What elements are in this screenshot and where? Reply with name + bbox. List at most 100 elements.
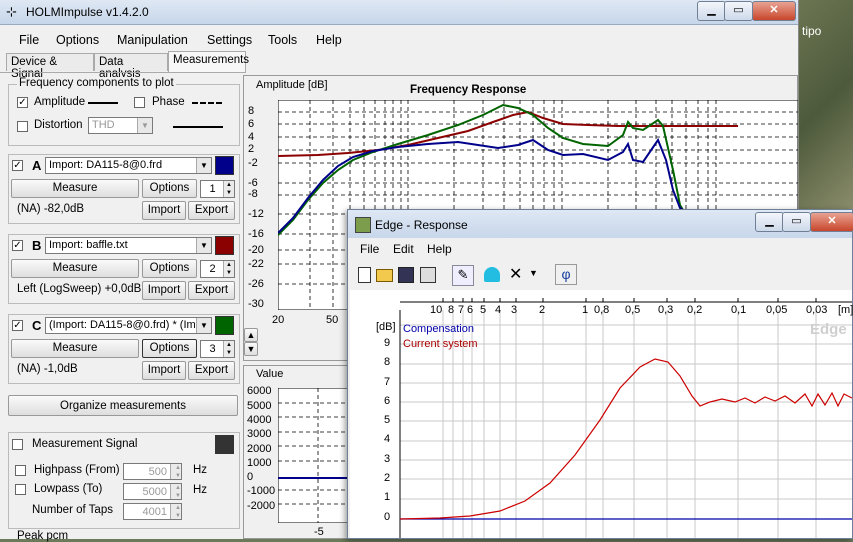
dropdown-icon[interactable]: ▼ <box>529 268 538 278</box>
measurement-c-color-swatch[interactable] <box>215 316 234 335</box>
spinner-arrows-icon[interactable]: ▲ ▼ <box>170 484 181 499</box>
lowpass-checkbox[interactable] <box>15 484 26 495</box>
menu-options[interactable]: Options <box>56 33 99 47</box>
tab-device-signal[interactable]: Device & Signal <box>6 53 94 80</box>
taps-value: 4001 <box>142 506 167 518</box>
person-icon[interactable] <box>484 267 500 282</box>
edge-menu-file[interactable]: File <box>360 242 379 256</box>
measurement-c-index: 3 <box>209 343 216 355</box>
measurement-a-index-spinner[interactable]: 1 ▲ ▼ <box>200 180 235 198</box>
freq-ytick: 2 <box>248 143 255 155</box>
taps-label: Number of Taps <box>32 504 113 516</box>
spinner-arrows-icon[interactable]: ▲ ▼ <box>170 504 181 519</box>
tab-measurements[interactable]: Measurements <box>168 51 249 72</box>
freq-xtick: 50 <box>326 314 339 326</box>
edge-minimize-button[interactable]: ▁ <box>755 212 784 232</box>
lowpass-spinner[interactable]: 5000 ▲ ▼ <box>123 483 182 500</box>
measurement-signal-checkbox[interactable] <box>12 439 23 450</box>
minimize-button[interactable]: ▁ <box>697 1 726 21</box>
measurement-a-color-swatch[interactable] <box>215 156 234 175</box>
title-bar[interactable]: ⊹ HOLMImpulse v1.4.2.0 ▁ ▭ ✕ <box>0 0 798 25</box>
measurement-signal-color-swatch[interactable] <box>215 435 234 454</box>
freq-ytick: -20 <box>248 244 264 256</box>
measurement-b-options-button[interactable]: Options <box>142 259 197 278</box>
highpass-value: 500 <box>148 466 167 478</box>
distortion-select[interactable]: THD ▼ <box>88 117 153 134</box>
measurement-c-export-button[interactable]: Export <box>188 361 235 380</box>
measurement-a-measure-button[interactable]: Measure <box>11 179 139 198</box>
phi-icon[interactable]: φ <box>555 264 577 285</box>
edge-ytick: 8 <box>384 356 391 368</box>
spinner-arrows-icon[interactable]: ▲ ▼ <box>223 341 234 357</box>
measurement-a-export-button[interactable]: Export <box>188 201 235 220</box>
edge-top-tick: 6 <box>467 304 474 316</box>
measurement-c-measure-button[interactable]: Measure <box>11 339 139 358</box>
edge-maximize-button[interactable]: ▭ <box>782 212 811 232</box>
measurement-c-checkbox[interactable]: ✓ <box>12 320 23 331</box>
measurement-b-index-spinner[interactable]: 2 ▲ ▼ <box>200 260 235 278</box>
chevron-down-icon: ▼ <box>196 238 211 253</box>
edge-top-tick: 0,05 <box>766 304 788 316</box>
delete-icon[interactable]: ✕ <box>509 264 522 284</box>
value-ytick: 2000 <box>247 443 272 455</box>
menu-tools[interactable]: Tools <box>268 33 297 47</box>
phase-line-sample <box>192 102 222 104</box>
edge-close-button[interactable]: ✕ <box>810 212 853 232</box>
organize-measurements-button[interactable]: Organize measurements <box>8 395 238 416</box>
menu-file[interactable]: File <box>19 33 39 47</box>
freq-components-label: Frequency components to plot <box>17 77 176 89</box>
copy-icon[interactable] <box>420 267 436 283</box>
measurement-c-options-button[interactable]: Options <box>142 339 197 358</box>
menu-manipulation[interactable]: Manipulation <box>117 33 188 47</box>
measurement-a-source-select[interactable]: Import: DA115-8@0.frd ▼ <box>45 157 212 174</box>
menu-bar: File Options Manipulation Settings Tools… <box>0 30 798 50</box>
menu-settings[interactable]: Settings <box>207 33 252 47</box>
edge-menu-edit[interactable]: Edit <box>393 242 414 256</box>
measurement-b-checkbox[interactable]: ✓ <box>12 240 23 251</box>
measurement-c-source-select[interactable]: (Import: DA115-8@0.frd) * (Impc ▼ <box>45 317 212 334</box>
new-icon[interactable] <box>358 267 371 283</box>
edge-title-bar[interactable]: Edge - Response ▁ ▭ ✕ <box>348 210 853 238</box>
value-ytick: 0 <box>247 471 254 483</box>
spinner-arrows-icon[interactable]: ▲ ▼ <box>223 261 234 277</box>
taps-spinner[interactable]: 4001 ▲ ▼ <box>123 503 182 520</box>
spinner-arrows-icon[interactable]: ▲ ▼ <box>223 181 234 197</box>
measurement-b-measure-button[interactable]: Measure <box>11 259 139 278</box>
app-icon: ⊹ <box>6 4 17 19</box>
spinner-arrows-icon[interactable]: ▲ ▼ <box>170 464 181 479</box>
open-icon[interactable] <box>376 269 393 282</box>
edge-ytick: 1 <box>384 491 391 503</box>
highpass-checkbox[interactable] <box>15 465 26 476</box>
close-button[interactable]: ✕ <box>752 1 796 21</box>
freq-ytick: -26 <box>248 278 264 290</box>
edge-menu-help[interactable]: Help <box>427 242 452 256</box>
save-icon[interactable] <box>398 267 414 283</box>
measurement-a-checkbox[interactable]: ✓ <box>12 160 23 171</box>
edge-top-tick: [m] <box>838 304 853 316</box>
menu-help[interactable]: Help <box>316 33 342 47</box>
pen-icon[interactable]: ✎ <box>452 265 474 286</box>
distortion-checkbox[interactable] <box>17 121 28 132</box>
phase-checkbox[interactable] <box>134 97 145 108</box>
edge-window: Edge - Response ▁ ▭ ✕ File Edit Help ✎ ✕… <box>347 209 853 539</box>
measurement-c-index-spinner[interactable]: 3 ▲ ▼ <box>200 340 235 358</box>
amplitude-checkbox[interactable]: ✓ <box>17 97 28 108</box>
freq-ytick: 4 <box>248 131 255 143</box>
measurement-a-import-button[interactable]: Import <box>142 201 186 220</box>
edge-ytick: 4 <box>384 433 391 445</box>
highpass-spinner[interactable]: 500 ▲ ▼ <box>123 463 182 480</box>
tab-data-analysis[interactable]: Data analysis <box>94 53 168 80</box>
scroll-down-button[interactable]: ▼ <box>244 342 258 356</box>
measurement-b-source-select[interactable]: Import: baffle.txt ▼ <box>45 237 212 254</box>
measurement-b-import-button[interactable]: Import <box>142 281 186 300</box>
measurement-b-export-button[interactable]: Export <box>188 281 235 300</box>
freq-ytick: -12 <box>248 208 264 220</box>
scroll-up-button[interactable]: ▲ <box>244 328 258 342</box>
measurement-c-import-button[interactable]: Import <box>142 361 186 380</box>
measurement-b-color-swatch[interactable] <box>215 236 234 255</box>
measurement-a-options-button[interactable]: Options <box>142 179 197 198</box>
peak-label: Peak pcm <box>17 530 69 542</box>
value-ytick: 5000 <box>247 400 272 412</box>
maximize-button[interactable]: ▭ <box>724 1 753 21</box>
chevron-down-icon: ▼ <box>137 118 152 133</box>
